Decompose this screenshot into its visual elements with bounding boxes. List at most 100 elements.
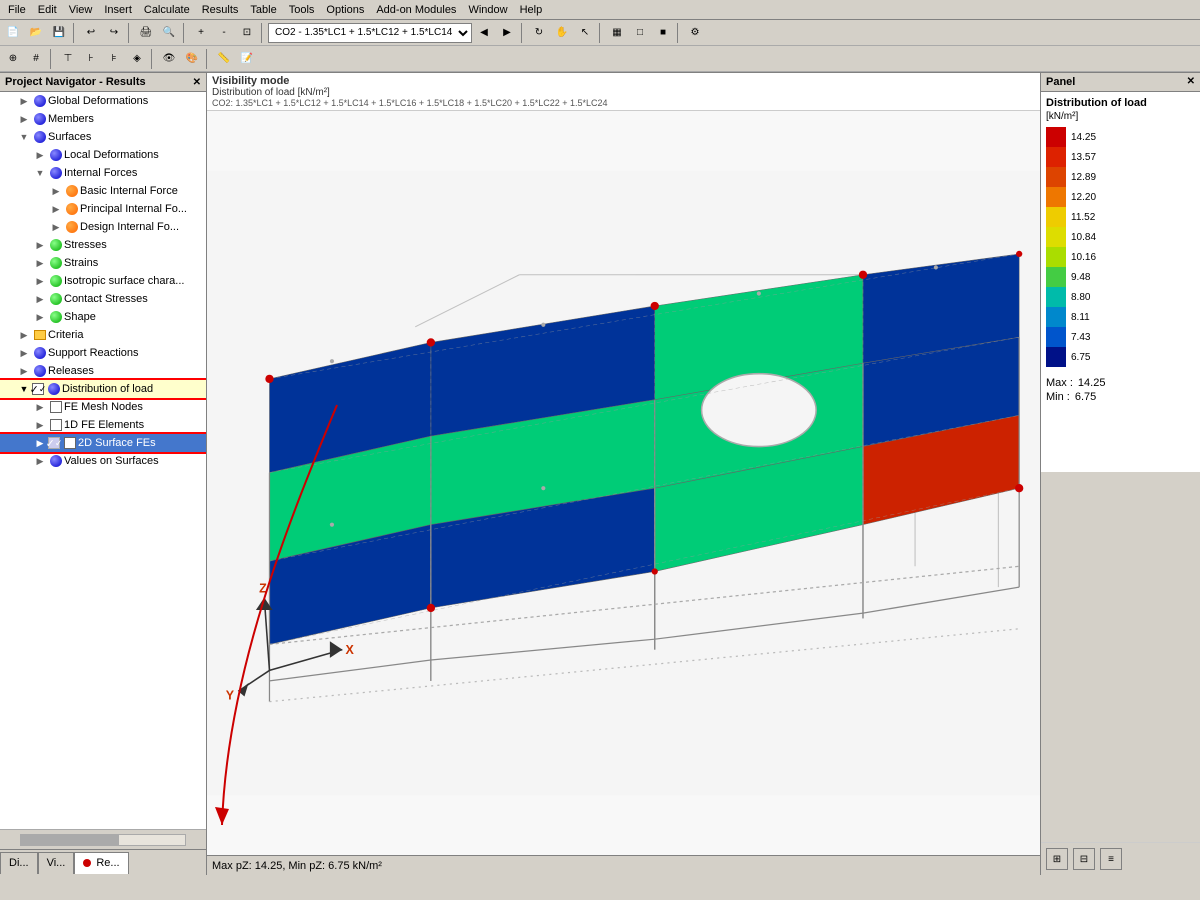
expand-icon[interactable]: ▶	[16, 111, 32, 127]
tree-item-internal-forces[interactable]: ▼ Internal Forces	[0, 164, 206, 182]
panel-close-button[interactable]: ✕	[193, 77, 201, 88]
tree-item-strains[interactable]: ▶ Strains	[0, 254, 206, 272]
tree-item-members[interactable]: ▶ Members	[0, 110, 206, 128]
expand-icon[interactable]: ▶	[32, 309, 48, 325]
right-panel-close-button[interactable]: ✕	[1187, 76, 1195, 88]
zoom-fit-button[interactable]: ⊡	[236, 22, 258, 44]
menu-insert[interactable]: Insert	[98, 2, 138, 18]
view-side-button[interactable]: ⊧	[103, 48, 125, 70]
measure-button[interactable]: 📏	[213, 48, 235, 70]
undo-button[interactable]: ↩	[80, 22, 102, 44]
legend-unit: [kN/m²]	[1046, 111, 1195, 122]
wireframe-button[interactable]: □	[629, 22, 651, 44]
grid-button[interactable]: #	[25, 48, 47, 70]
tree-item-fe-mesh-nodes[interactable]: ▶ FE Mesh Nodes	[0, 398, 206, 416]
panel-icon-btn-3[interactable]: ≡	[1100, 848, 1122, 870]
tree-item-values-on-surfaces[interactable]: ▶ Values on Surfaces	[0, 452, 206, 470]
expand-icon[interactable]: ▶	[32, 147, 48, 163]
menu-addon[interactable]: Add-on Modules	[370, 2, 462, 18]
menu-edit[interactable]: Edit	[32, 2, 63, 18]
canvas-area[interactable]: X Z Y	[207, 111, 1040, 855]
tree-item-1d-fe-elements[interactable]: ▶ 1D FE Elements	[0, 416, 206, 434]
menu-file[interactable]: File	[2, 2, 32, 18]
zoom-out-button[interactable]: -	[213, 22, 235, 44]
status-text: Max pZ: 14.25, Min pZ: 6.75 kN/m²	[212, 860, 382, 872]
view-top-button[interactable]: ⊤	[57, 48, 79, 70]
tree-item-surfaces[interactable]: ▼ Surfaces	[0, 128, 206, 146]
save-button[interactable]: 💾	[48, 22, 70, 44]
expand-icon[interactable]: ▶	[32, 273, 48, 289]
rotate-button[interactable]: ↻	[528, 22, 550, 44]
menu-options[interactable]: Options	[320, 2, 370, 18]
svg-text:Y: Y	[226, 689, 235, 703]
tree-item-basic-internal-force[interactable]: ▶ Basic Internal Force	[0, 182, 206, 200]
expand-icon[interactable]: ▶	[16, 363, 32, 379]
tab-vi[interactable]: Vi...	[38, 852, 75, 874]
menu-calculate[interactable]: Calculate	[138, 2, 196, 18]
tree-item-releases[interactable]: ▶ Releases	[0, 362, 206, 380]
tree-item-support-reactions[interactable]: ▶ Support Reactions	[0, 344, 206, 362]
view-3d-button[interactable]: ◈	[126, 48, 148, 70]
horizontal-scrollbar[interactable]	[0, 829, 206, 849]
panel-icon-btn-1[interactable]: ⊞	[1046, 848, 1068, 870]
panel-icon-btn-2[interactable]: ⊟	[1073, 848, 1095, 870]
print-preview-button[interactable]: 🔍	[158, 22, 180, 44]
view-line1: Distribution of load [kN/m²]	[212, 87, 1035, 98]
next-lc-button[interactable]: ▶	[496, 22, 518, 44]
expand-icon[interactable]: ▶	[32, 417, 48, 433]
tree-item-distribution-of-load[interactable]: ▼ ✓ Distribution of load	[0, 380, 206, 398]
color-button[interactable]: 🎨	[181, 48, 203, 70]
tree-item-2d-surface-fes[interactable]: ▶ ✓ 2D Surface FEs	[0, 434, 206, 452]
tree-label: Contact Stresses	[64, 293, 148, 305]
expand-icon[interactable]: ▼	[32, 165, 48, 181]
menu-table[interactable]: Table	[244, 2, 282, 18]
menu-help[interactable]: Help	[514, 2, 549, 18]
tab-re[interactable]: Re...	[74, 852, 128, 874]
open-button[interactable]: 📂	[25, 22, 47, 44]
tree-item-global-deformations[interactable]: ▶ Global Deformations	[0, 92, 206, 110]
menu-results[interactable]: Results	[196, 2, 245, 18]
tree-item-contact-stresses[interactable]: ▶ Contact Stresses	[0, 290, 206, 308]
expand-icon[interactable]: ▶	[48, 183, 64, 199]
tree-item-local-deformations[interactable]: ▶ Local Deformations	[0, 146, 206, 164]
print-button[interactable]: 🖨	[135, 22, 157, 44]
expand-icon[interactable]: ▶	[48, 219, 64, 235]
expand-icon[interactable]: ▶	[16, 93, 32, 109]
zoom-in-button[interactable]: +	[190, 22, 212, 44]
expand-icon[interactable]: ▶	[32, 399, 48, 415]
expand-icon[interactable]: ▶	[16, 327, 32, 343]
tree-item-criteria[interactable]: ▶ Criteria	[0, 326, 206, 344]
view-front-button[interactable]: ⊦	[80, 48, 102, 70]
tree-item-principal-internal[interactable]: ▶ Principal Internal Fo...	[0, 200, 206, 218]
menu-view[interactable]: View	[63, 2, 99, 18]
swatch-2	[1046, 147, 1066, 167]
expand-icon[interactable]: ▶	[32, 291, 48, 307]
expand-icon[interactable]: ▼	[16, 129, 32, 145]
pan-button[interactable]: ✋	[551, 22, 573, 44]
distribution-checkbox[interactable]: ✓	[32, 383, 44, 395]
visibility-button[interactable]: 👁	[158, 48, 180, 70]
expand-icon[interactable]: ▶	[32, 453, 48, 469]
solid-button[interactable]: ■	[652, 22, 674, 44]
render-button[interactable]: ▦	[606, 22, 628, 44]
expand-icon[interactable]: ▶	[32, 237, 48, 253]
annotation-button[interactable]: 📝	[236, 48, 258, 70]
tree-item-isotropic[interactable]: ▶ Isotropic surface chara...	[0, 272, 206, 290]
menu-window[interactable]: Window	[462, 2, 513, 18]
menu-tools[interactable]: Tools	[283, 2, 321, 18]
settings-button[interactable]: ⚙	[684, 22, 706, 44]
load-combination-select[interactable]: CO2 - 1.35*LC1 + 1.5*LC12 + 1.5*LC14	[268, 23, 472, 43]
tree-item-shape[interactable]: ▶ Shape	[0, 308, 206, 326]
prev-lc-button[interactable]: ◀	[473, 22, 495, 44]
tab-di[interactable]: Di...	[0, 852, 38, 874]
expand-icon[interactable]: ▶	[32, 255, 48, 271]
select-button[interactable]: ↖	[574, 22, 596, 44]
expand-icon[interactable]: ▶	[16, 345, 32, 361]
redo-button[interactable]: ↪	[103, 22, 125, 44]
tree-item-stresses[interactable]: ▶ Stresses	[0, 236, 206, 254]
snap-button[interactable]: ⊕	[2, 48, 24, 70]
surface-fes-checkbox[interactable]: ✓	[48, 437, 60, 449]
tree-item-design-internal[interactable]: ▶ Design Internal Fo...	[0, 218, 206, 236]
expand-icon[interactable]: ▶	[48, 201, 64, 217]
new-button[interactable]: 📄	[2, 22, 24, 44]
